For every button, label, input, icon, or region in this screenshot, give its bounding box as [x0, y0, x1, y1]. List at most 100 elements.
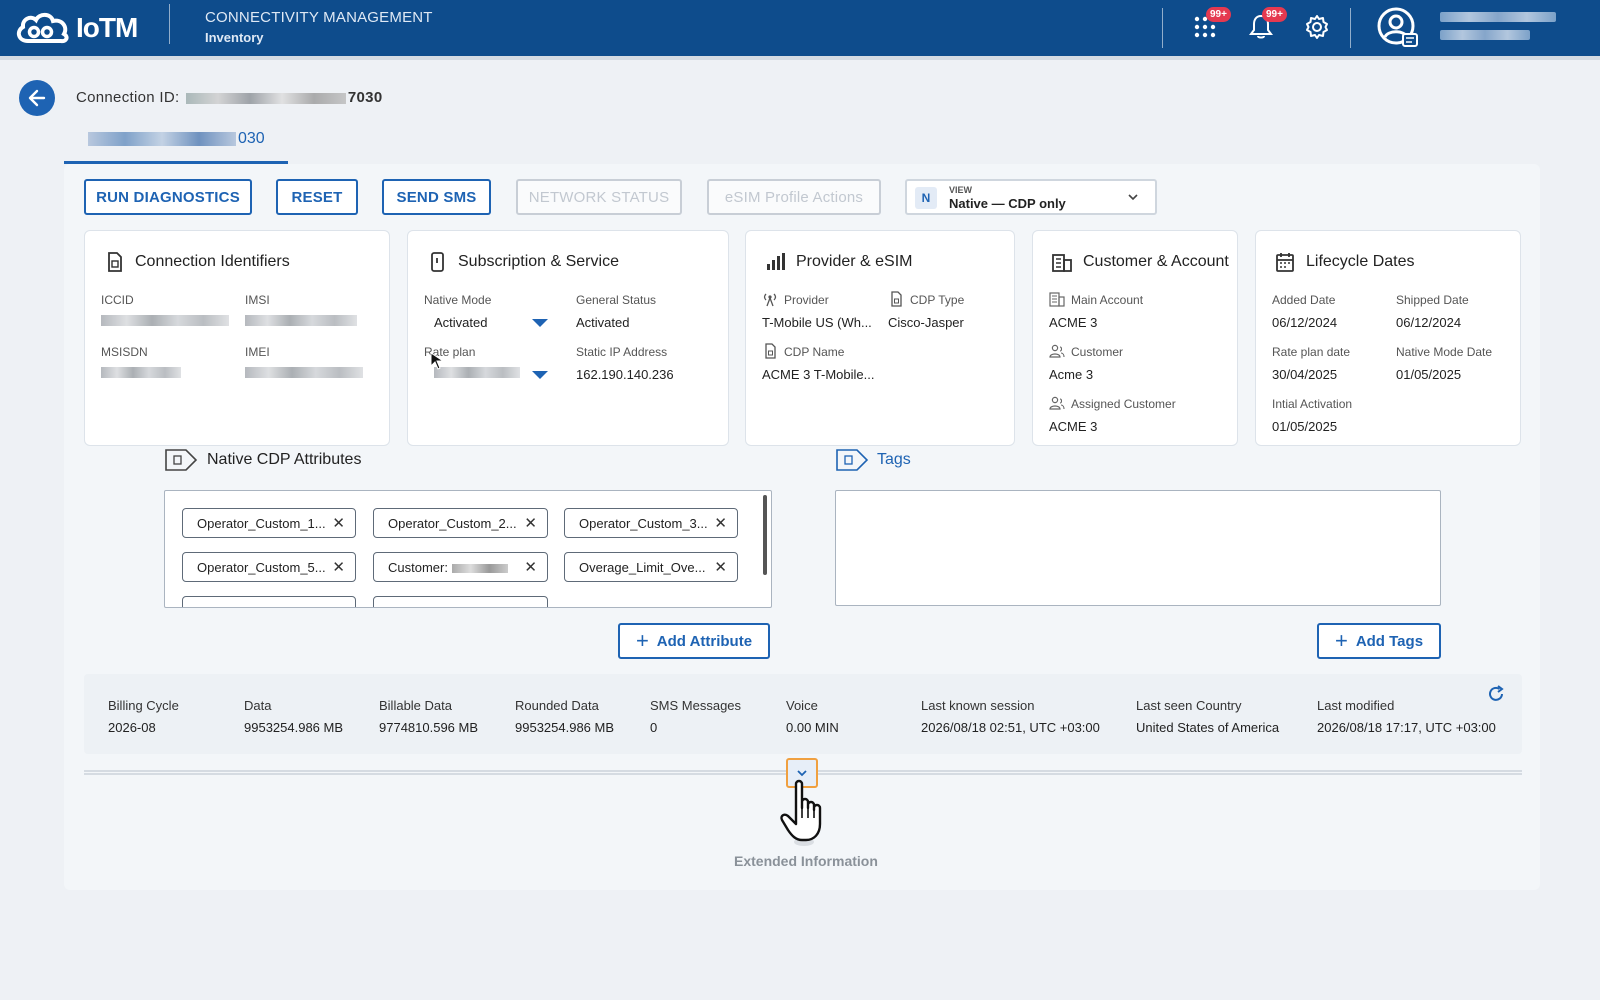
attributes-list[interactable]: Operator_Custom_1... ✕ Operator_Custom_2… — [164, 490, 772, 608]
native-cdp-attributes-title: Native CDP Attributes — [207, 451, 362, 468]
apps-grid-button[interactable]: 99+ — [1190, 7, 1231, 42]
notifications-button[interactable]: 99+ — [1246, 7, 1287, 42]
attribute-chip[interactable] — [182, 596, 356, 607]
shipped-date-value: 06/12/2024 — [1396, 315, 1462, 330]
rate-plan-dropdown-arrow[interactable] — [532, 371, 548, 379]
connection-id-label: Connection ID: — [76, 89, 180, 106]
plus-icon: + — [635, 628, 649, 653]
stat-value: 9774810.596 MB — [379, 720, 479, 735]
rate-plan-dropdown-redacted[interactable] — [434, 367, 520, 378]
customer-label: Customer — [1071, 345, 1124, 359]
top-bar: IoTM CONNECTIVITY MANAGEMENT Inventory 9… — [0, 0, 1600, 56]
remove-chip-icon[interactable]: ✕ — [714, 558, 727, 576]
users-icon — [1049, 396, 1065, 410]
remove-chip-icon[interactable]: ✕ — [714, 514, 727, 532]
tags-title: Tags — [877, 451, 911, 468]
esim-profile-actions-button[interactable]: eSIM Profile Actions — [707, 179, 881, 215]
hand-pointer-cursor-icon — [780, 779, 822, 846]
stat-label: SMS Messages — [650, 698, 742, 713]
stat-label: Data — [244, 698, 272, 713]
add-tags-button[interactable]: + Add Tags — [1317, 623, 1441, 659]
user-account-icon — [1377, 7, 1418, 47]
view-select[interactable]: N VIEW Native — CDP only — [905, 179, 1157, 215]
main-account-label: Main Account — [1071, 293, 1144, 307]
extended-information-label[interactable]: Extended Information — [734, 853, 878, 869]
chevron-down-icon — [1128, 194, 1138, 201]
attribute-chip[interactable]: Operator_Custom_3... ✕ — [564, 508, 738, 538]
connection-id-redacted — [185, 92, 346, 104]
remove-chip-icon[interactable]: ✕ — [524, 514, 537, 532]
refresh-icon[interactable] — [1486, 684, 1506, 704]
subscription-service-card: Subscription & Service Native Mode Activ… — [407, 230, 729, 446]
card-title: Customer & Account — [1083, 253, 1229, 270]
stat-label: Rounded Data — [515, 698, 599, 713]
cdp-name-value: ACME 3 T-Mobile... — [762, 367, 875, 382]
native-mode-date-value: 01/05/2025 — [1396, 367, 1462, 382]
attribute-chip[interactable]: Operator_Custom_1... ✕ — [182, 508, 356, 538]
general-status-value: Activated — [576, 315, 630, 330]
remove-chip-icon[interactable]: ✕ — [332, 514, 345, 532]
send-sms-button[interactable]: SEND SMS — [382, 179, 491, 215]
antenna-icon — [763, 293, 777, 307]
device-icon — [431, 252, 444, 272]
plus-icon: + — [1334, 628, 1348, 653]
remove-chip-icon[interactable]: ✕ — [332, 558, 345, 576]
attribute-chip[interactable]: Operator_Custom_2... ✕ — [373, 508, 548, 538]
sim-card-icon — [891, 291, 902, 307]
shipped-date-label: Shipped Date — [1396, 293, 1469, 307]
reset-button[interactable]: RESET — [276, 179, 358, 215]
native-mode-date-label: Native Mode Date — [1396, 345, 1493, 359]
assigned-customer-value: ACME 3 — [1049, 419, 1098, 434]
attribute-chip[interactable]: Operator_Custom_5... ✕ — [182, 552, 356, 582]
settings-button[interactable] — [1302, 12, 1332, 42]
attribute-chip[interactable]: Customer: ✕ — [373, 552, 548, 582]
attribute-chip-label: Overage_Limit_Ove... — [579, 560, 706, 575]
stat-value: 0 — [650, 720, 658, 735]
imei-value-redacted — [245, 367, 363, 378]
user-avatar[interactable] — [1376, 6, 1418, 48]
attribute-chip-label: Operator_Custom_2... — [388, 516, 517, 531]
imei-label: IMEI — [245, 345, 270, 359]
header-divider — [1350, 8, 1351, 48]
rate-plan-date-label: Rate plan date — [1272, 345, 1351, 359]
iotm-logo[interactable]: IoTM — [14, 8, 138, 48]
attribute-chip[interactable] — [373, 596, 548, 607]
added-date-value: 06/12/2024 — [1272, 315, 1338, 330]
static-ip-value: 162.190.140.236 — [576, 367, 674, 382]
stat-value: 0.00 MIN — [786, 720, 839, 735]
provider-esim-card: Provider & eSIM Provider T-Mobile US (Wh… — [745, 230, 1015, 446]
tags-list[interactable] — [835, 490, 1441, 606]
add-attribute-button[interactable]: + Add Attribute — [618, 623, 770, 659]
stat-label: Billable Data — [379, 698, 452, 713]
building-icon — [1052, 254, 1072, 272]
apps-badge: 99+ — [1206, 7, 1231, 22]
connection-id-suffix: 7030 — [347, 89, 383, 106]
network-status-button[interactable]: NETWORK STATUS — [516, 179, 682, 215]
msisdn-value-redacted — [101, 367, 181, 378]
assigned-customer-label: Assigned Customer — [1071, 397, 1176, 411]
run-diagnostics-button[interactable]: RUN DIAGNOSTICS — [84, 179, 252, 215]
logo-text: IoTM — [76, 12, 138, 43]
stat-label: Last modified — [1317, 698, 1395, 713]
tab-connection[interactable]: 030 — [64, 122, 288, 164]
calendar-icon — [1276, 253, 1294, 272]
attribute-chip[interactable]: Overage_Limit_Ove... ✕ — [564, 552, 738, 582]
general-status-label: General Status — [576, 293, 657, 307]
header-shadow — [0, 56, 1600, 60]
scrollbar-thumb[interactable] — [763, 495, 767, 575]
connection-id: Connection ID: 7030 — [76, 89, 382, 106]
initial-activation-value: 01/05/2025 — [1272, 419, 1338, 434]
back-button[interactable] — [19, 80, 55, 116]
imsi-value-redacted — [245, 315, 357, 326]
cdp-type-label: CDP Type — [910, 293, 965, 307]
stat-value: 2026-08 — [108, 720, 156, 735]
native-mode-dropdown[interactable]: Activated — [434, 315, 487, 330]
iccid-label: ICCID — [101, 293, 134, 307]
tag-icon — [165, 449, 198, 471]
remove-chip-icon[interactable]: ✕ — [524, 558, 537, 576]
arrow-cursor-icon — [430, 352, 445, 370]
native-mode-dropdown-arrow[interactable] — [532, 319, 548, 327]
native-mode-label: Native Mode — [424, 293, 492, 307]
rate-plan-date-value: 30/04/2025 — [1272, 367, 1338, 382]
cloud-logo-icon — [16, 12, 69, 44]
